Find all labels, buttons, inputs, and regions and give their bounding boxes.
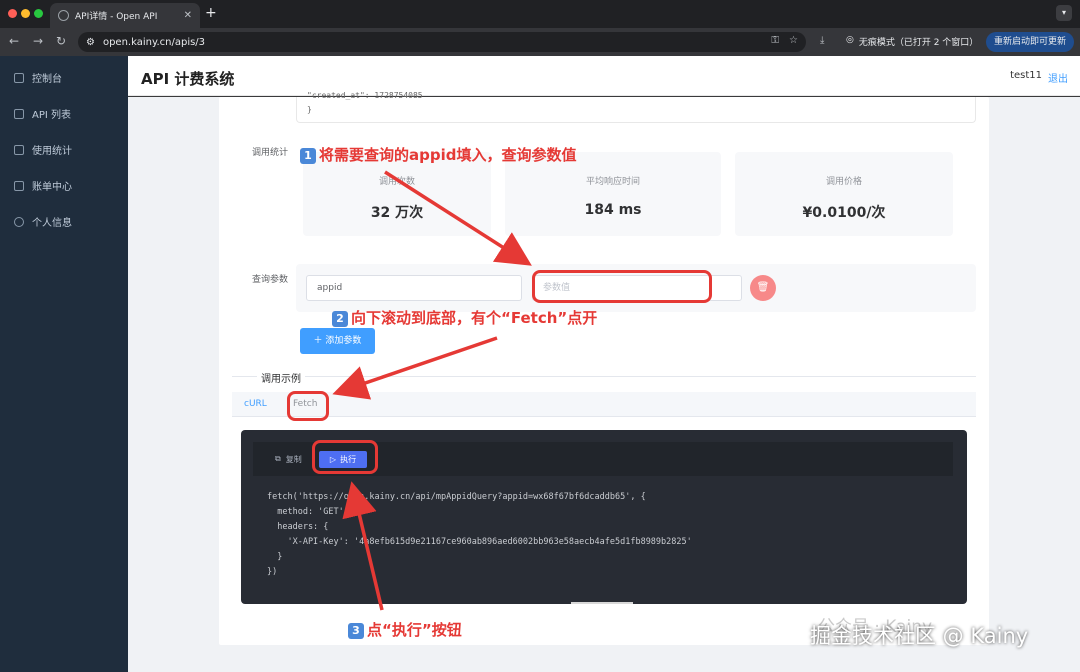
api-detail-card: "created_at": 1728754085 } 调用统计 调用次数 32 …: [219, 91, 989, 645]
sidebar-item-billing[interactable]: 账单中心: [14, 178, 72, 193]
minimize-window-button[interactable]: [21, 9, 30, 18]
stat-value: 184 ms: [584, 202, 642, 218]
incognito-icon: ◎: [846, 35, 854, 45]
reload-icon[interactable]: ↻: [56, 34, 66, 48]
trash-icon: 🗑: [756, 282, 770, 293]
forward-icon[interactable]: →: [33, 34, 43, 48]
incognito-label: 无痕模式（已打开 2 个窗口）: [858, 38, 979, 48]
sidebar-item-label: 个人信息: [32, 218, 72, 229]
copy-button[interactable]: ⧉ 复制: [275, 454, 302, 465]
sidebar: 控制台 API 列表 使用统计 账单中心 个人信息: [0, 56, 128, 672]
annotation-text: 点“执行”按钮: [367, 621, 462, 639]
back-icon[interactable]: ←: [9, 34, 19, 48]
step-badge: 3: [348, 623, 364, 639]
globe-icon: [58, 10, 69, 21]
copy-icon: ⧉: [275, 454, 281, 463]
url-text: open.kainy.cn/apis/3: [102, 36, 206, 48]
stat-price: 调用价格 ¥0.0100/次: [735, 152, 953, 236]
site-info-icon[interactable]: ⚙: [86, 37, 95, 48]
list-icon: [14, 108, 24, 119]
annotation-step1: 1 将需要查询的appid填入，查询参数值: [300, 144, 576, 165]
annotation-text: 将需要查询的appid填入，查询参数值: [319, 146, 577, 164]
step-badge: 1: [300, 148, 316, 164]
maximize-window-button[interactable]: [34, 9, 43, 18]
sidebar-item-label: 使用统计: [32, 146, 72, 157]
stat-label: 调用次数: [378, 177, 415, 187]
tab-title: API详情 - Open API: [75, 12, 158, 22]
highlight-param-value: [532, 270, 712, 303]
code-line: "created_at": 1728754085: [307, 91, 423, 100]
sidebar-item-api-list[interactable]: API 列表: [14, 106, 71, 121]
close-icon[interactable]: ✕: [184, 10, 192, 21]
user-icon: [14, 216, 24, 227]
bookmark-star-icon[interactable]: ☆: [789, 35, 798, 46]
code-line: }: [307, 105, 312, 114]
param-key-input[interactable]: appid: [306, 275, 522, 301]
delete-param-button[interactable]: 🗑: [750, 275, 776, 301]
sidebar-item-label: API 列表: [32, 110, 71, 121]
stats-label: 调用统计: [252, 148, 289, 158]
sidebar-item-usage[interactable]: 使用统计: [14, 142, 72, 157]
divider: [232, 376, 976, 377]
stat-value: ¥0.0100/次: [802, 205, 886, 221]
highlight-run-button: [312, 440, 378, 474]
example-tabs: cURL Fetch: [232, 392, 976, 417]
step-badge: 2: [332, 311, 348, 327]
horizontal-scrollbar[interactable]: [571, 602, 633, 604]
example-title: 调用示例: [257, 370, 305, 385]
grid-icon: [14, 72, 24, 83]
sidebar-item-profile[interactable]: 个人信息: [14, 214, 72, 229]
response-preview: "created_at": 1728754085 }: [296, 91, 976, 123]
code-snippet: fetch('https://open.kainy.cn/api/mpAppid…: [267, 492, 692, 577]
username: test11: [1010, 70, 1042, 81]
stat-label: 平均响应时间: [585, 177, 640, 187]
update-button[interactable]: 重新启动即可更新: [986, 32, 1074, 52]
add-param-label: 添加参数: [325, 336, 362, 346]
annotation-step2: 2 向下滚动到底部，有个“Fetch”点开: [332, 307, 597, 328]
annotation-step3: 3 点“执行”按钮: [348, 619, 462, 640]
page-title: API 计费系统: [141, 70, 235, 88]
browser-tab[interactable]: API详情 - Open API ✕: [50, 3, 200, 28]
wallet-icon: [14, 180, 24, 191]
sidebar-item-label: 账单中心: [32, 182, 72, 193]
stat-value: 32 万次: [370, 205, 424, 221]
watermark: 掘金技术社区 @ Kainy: [810, 624, 1029, 648]
url-input[interactable]: ⚙ open.kainy.cn/apis/3 ⚿ ☆: [78, 32, 806, 52]
logout-link[interactable]: 退出: [1048, 70, 1068, 85]
new-tab-button[interactable]: +: [205, 5, 217, 21]
annotation-text: 向下滚动到底部，有个“Fetch”点开: [351, 309, 598, 327]
sidebar-item-label: 控制台: [32, 74, 62, 85]
highlight-fetch-tab: [287, 391, 329, 421]
query-params-label: 查询参数: [252, 275, 289, 285]
chevron-down-icon[interactable]: ▾: [1056, 5, 1072, 21]
stat-label: 调用价格: [825, 177, 862, 187]
chart-icon: [14, 144, 24, 155]
browser-tab-bar: API详情 - Open API ✕ + ▾: [0, 0, 1080, 28]
key-icon[interactable]: ⚿: [771, 35, 779, 46]
download-icon[interactable]: ⤓: [820, 35, 824, 46]
add-param-button[interactable]: ＋ 添加参数: [300, 328, 375, 354]
main-content[interactable]: "created_at": 1728754085 } 调用统计 调用次数 32 …: [128, 91, 1080, 672]
app-header: API 计费系统 test11 退出: [128, 56, 1080, 96]
copy-label: 复制: [285, 455, 302, 464]
browser-address-bar: ← → ↻ ⚙ open.kainy.cn/apis/3 ⚿ ☆ ⤓ ◎ 无痕模…: [0, 28, 1080, 56]
close-window-button[interactable]: [8, 9, 17, 18]
sidebar-item-dashboard[interactable]: 控制台: [14, 70, 62, 85]
tab-curl[interactable]: cURL: [244, 399, 267, 409]
incognito-indicator[interactable]: ◎ 无痕模式（已打开 2 个窗口）: [846, 35, 978, 48]
